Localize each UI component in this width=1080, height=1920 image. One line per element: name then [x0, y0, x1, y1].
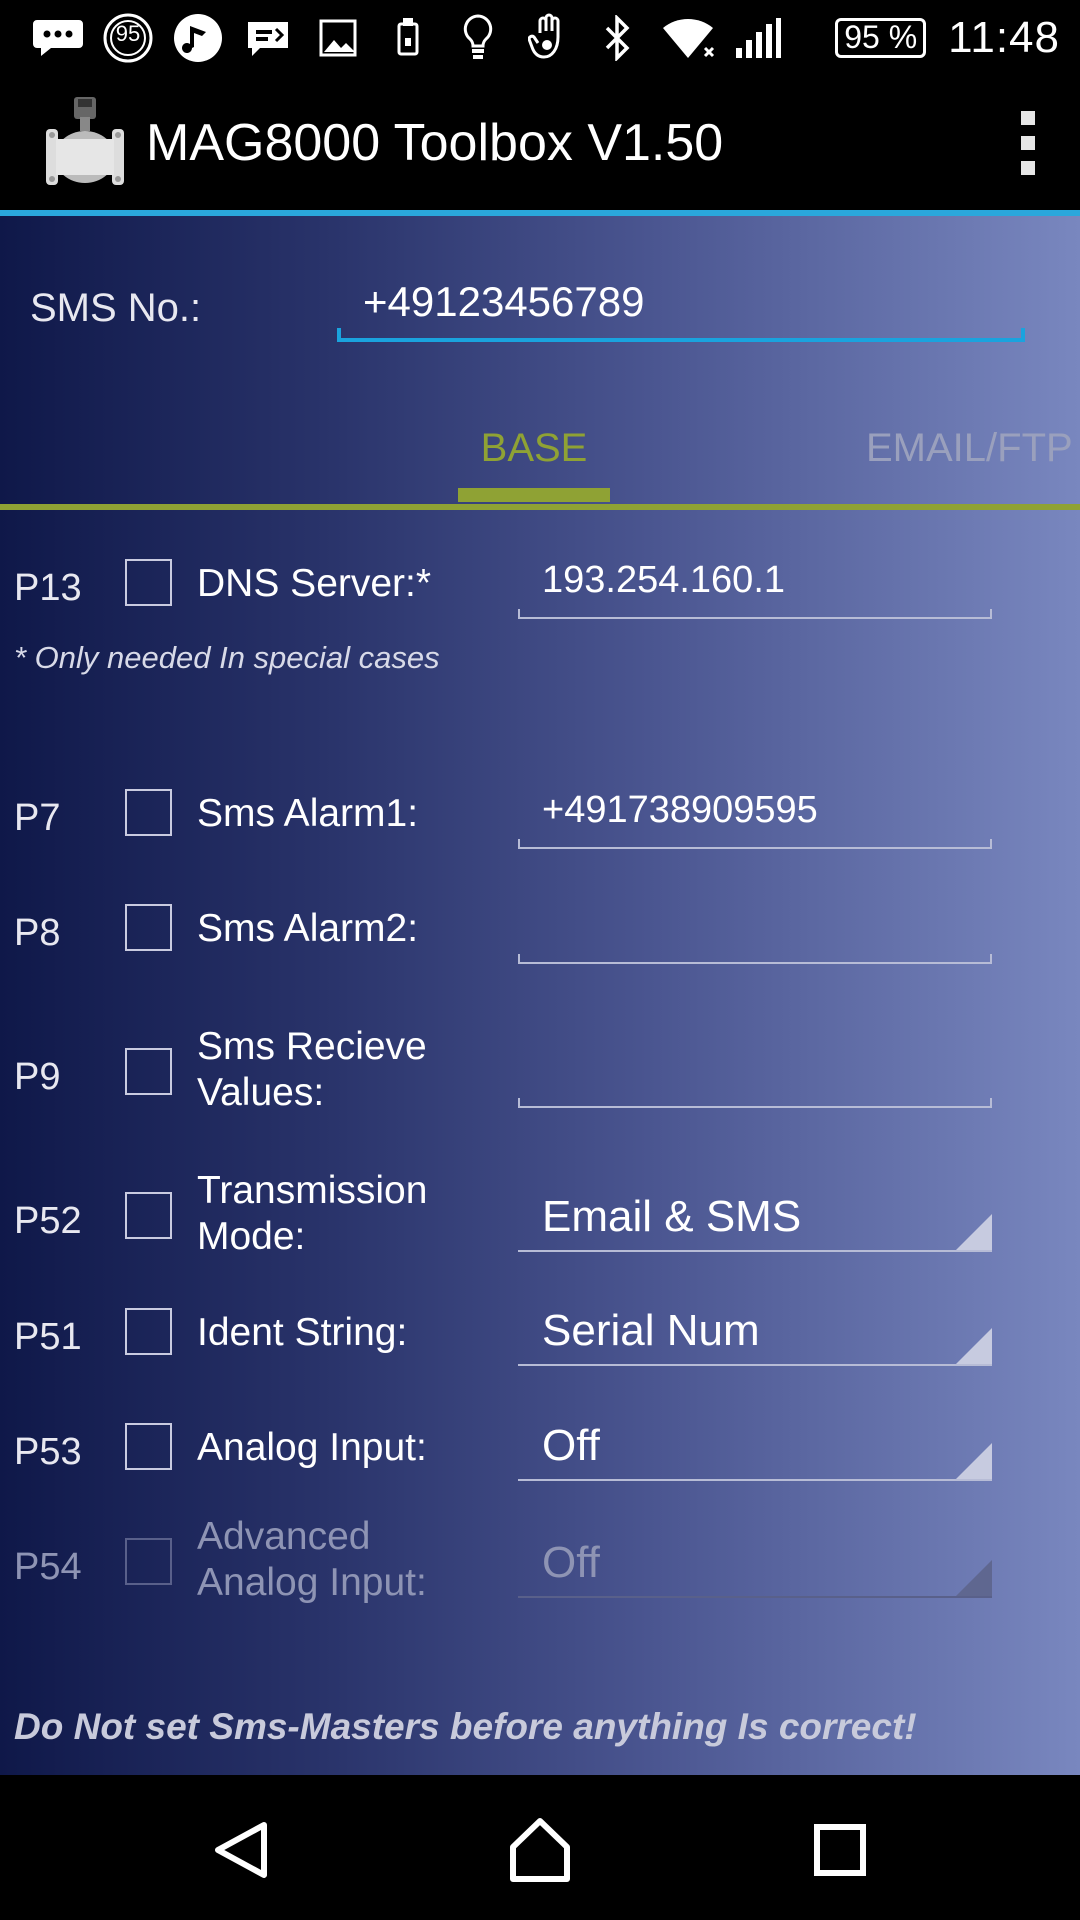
tab-bar: BASE EMAIL/FTP [0, 406, 1080, 516]
lightbulb-icon [448, 8, 508, 68]
checkbox-p13[interactable] [125, 559, 172, 606]
bluetooth-icon [588, 8, 648, 68]
tab-indicator [458, 488, 610, 502]
sms-icon [238, 8, 298, 68]
checkbox-p8[interactable] [125, 904, 172, 951]
app-logo-icon [42, 95, 128, 191]
transmission-mode-dropdown[interactable]: Email & SMS [518, 1188, 992, 1252]
checkbox-p9[interactable] [125, 1048, 172, 1095]
param-label: Analog Input: [197, 1426, 427, 1469]
back-icon[interactable] [206, 1815, 276, 1885]
param-label: Sms Alarm1: [197, 792, 419, 835]
analog-input-dropdown[interactable]: Off [518, 1417, 992, 1481]
dropdown-value: Off [542, 1538, 600, 1587]
main-content: SMS No.: +49123456789 BASE EMAIL/FTP P13… [0, 216, 1080, 1775]
ident-string-dropdown[interactable]: Serial Num [518, 1302, 992, 1366]
sms-number-input[interactable]: +49123456789 [337, 266, 1025, 342]
param-number: P53 [14, 1431, 82, 1473]
sms-alarm2-input[interactable] [518, 904, 992, 964]
param-number: P51 [14, 1316, 82, 1358]
param-label: Advanced Analog Input: [197, 1515, 427, 1604]
status-bar: 95 95 % 11:48 [0, 0, 1080, 75]
warning-message: Do Not set Sms-Masters before anything I… [14, 1706, 917, 1747]
dropdown-arrow-icon [956, 1443, 992, 1479]
param-number: P8 [14, 912, 61, 954]
image-icon [308, 8, 368, 68]
dropdown-arrow-icon [956, 1214, 992, 1250]
phone-icon [378, 8, 438, 68]
dropdown-value: Off [542, 1421, 600, 1470]
dropdown-value: Email & SMS [542, 1192, 802, 1241]
dns-server-input[interactable]: 193.254.160.1 [518, 559, 992, 619]
app-title: MAG8000 Toolbox V1.50 [146, 114, 724, 172]
action-bar: MAG8000 Toolbox V1.50 [0, 75, 1080, 212]
hand-icon [518, 8, 578, 68]
signal-icon [728, 8, 788, 68]
tab-base[interactable]: BASE [458, 426, 610, 471]
param-label: Sms Alarm2: [197, 907, 419, 950]
notification-95-icon: 95 [98, 8, 158, 68]
param-number: P13 [14, 567, 82, 609]
checkbox-p7[interactable] [125, 789, 172, 836]
param-number: P7 [14, 797, 61, 839]
param-label: Transmission Mode: [197, 1169, 428, 1258]
param-label: DNS Server:* [197, 562, 432, 605]
param-number: P52 [14, 1200, 82, 1242]
sms-alarm1-input[interactable]: +491738909595 [518, 789, 992, 849]
tab-email-ftp[interactable]: EMAIL/FTP [866, 426, 1073, 471]
wifi-icon [658, 8, 718, 68]
tab-divider [0, 504, 1080, 510]
music-icon [168, 8, 228, 68]
checkbox-p53[interactable] [125, 1423, 172, 1470]
param-label: Ident String: [197, 1311, 408, 1354]
recents-icon[interactable] [805, 1815, 875, 1885]
battery-indicator: 95 % [835, 17, 927, 58]
dropdown-arrow-icon [956, 1560, 992, 1596]
dropdown-arrow-icon [956, 1328, 992, 1364]
sms-number-value: +49123456789 [363, 278, 645, 325]
param-label: Sms Recieve Values: [197, 1025, 427, 1114]
checkbox-p52[interactable] [125, 1192, 172, 1239]
sms-number-label: SMS No.: [30, 286, 202, 330]
sms-receive-values-input[interactable] [518, 1048, 992, 1108]
navigation-bar [0, 1775, 1080, 1920]
message-icon [28, 8, 88, 68]
overflow-menu-icon[interactable] [1016, 111, 1040, 175]
field-value: 193.254.160.1 [542, 559, 786, 601]
home-icon[interactable] [505, 1815, 575, 1885]
param-number: P54 [14, 1546, 82, 1588]
checkbox-p51[interactable] [125, 1308, 172, 1355]
field-value: +491738909595 [542, 789, 818, 831]
checkbox-p54 [125, 1538, 172, 1585]
dropdown-value: Serial Num [542, 1306, 760, 1355]
param-number: P9 [14, 1056, 61, 1098]
notification-badge: 95 [115, 21, 141, 46]
battery-text: 95 % [844, 19, 918, 55]
advanced-analog-input-dropdown: Off [518, 1534, 992, 1598]
status-clock: 11:48 [948, 12, 1060, 62]
special-cases-note: * Only needed In special cases [14, 640, 440, 675]
